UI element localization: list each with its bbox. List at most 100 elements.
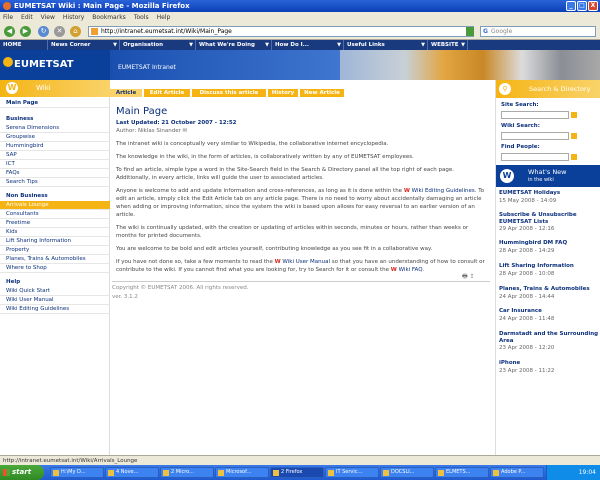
reload-icon[interactable]: ↻ (38, 26, 49, 37)
sidebar-main-page[interactable]: Main Page (0, 99, 110, 109)
sidebar-item-groupwise[interactable]: Groupwise (0, 133, 110, 143)
stop-icon[interactable]: ✕ (54, 26, 65, 37)
tab-new-article[interactable]: New Article (300, 89, 344, 97)
wiki-user-manual-link[interactable]: Wiki User Manual (282, 259, 330, 265)
topnav-home[interactable]: HOME (0, 40, 48, 50)
sidebar-item-kids[interactable]: Kids (0, 228, 110, 238)
sidebar-item-sap[interactable]: SAP (0, 151, 110, 161)
whats-new-title: What's New (528, 168, 567, 176)
taskbar-task[interactable]: 2 Micro... (160, 467, 214, 478)
sidebar-item-arrivals-lounge[interactable]: Arrivals Lounge (0, 201, 110, 211)
start-button[interactable]: start (0, 465, 44, 480)
go-arrow-icon[interactable] (466, 27, 474, 36)
task-app-icon (328, 470, 334, 476)
sidebar-item-planes-trains-automobiles[interactable]: Planes, Trains & Automobiles (0, 255, 110, 265)
wiki-search-go-icon[interactable] (571, 133, 577, 139)
wiki-editing-guidelines-link[interactable]: Wiki Editing Guidelines (412, 188, 475, 194)
news-item[interactable]: Planes, Trains & Automobiles 24 Apr 2008 … (499, 286, 599, 301)
sidebar-item-search-tips[interactable]: Search Tips (0, 178, 110, 188)
topnav-how-do-i[interactable]: How Do I... ▼ (272, 40, 344, 50)
tab-discuss[interactable]: Discuss this article (192, 89, 266, 97)
news-item[interactable]: Subscribe & Unsubscribe EUMETSAT Lists 29… (499, 212, 599, 233)
banner-subtitle: EUMETSAT Intranet (118, 64, 176, 71)
menu-view[interactable]: View (41, 12, 55, 23)
sidebar-item-ict[interactable]: ICT (0, 160, 110, 170)
news-item[interactable]: Lift Sharing Information 28 Apr 2008 - 10… (499, 263, 599, 278)
home-icon[interactable]: ⌂ (70, 26, 81, 37)
menu-bookmarks[interactable]: Bookmarks (92, 12, 126, 23)
sidebar-item-freetime[interactable]: Freetime (0, 219, 110, 229)
sidebar-item-property[interactable]: Property (0, 246, 110, 256)
menu-history[interactable]: History (63, 12, 84, 23)
news-title[interactable]: Planes, Trains & Automobiles (499, 286, 599, 293)
email-icon[interactable]: ✉ (183, 128, 188, 134)
topnav-useful-links[interactable]: Useful Links ▼ (344, 40, 428, 50)
site-search-go-icon[interactable] (571, 112, 577, 118)
taskbar-task[interactable]: Adobe P... (490, 467, 544, 478)
sidebar-item-serena-dimensions[interactable]: Serena Dimensions (0, 124, 110, 134)
footer-divider (112, 281, 490, 282)
wiki-search-label: Wiki Search: (501, 123, 540, 129)
news-title[interactable]: Subscribe & Unsubscribe EUMETSAT Lists (499, 212, 599, 225)
google-icon: G (483, 28, 488, 35)
menu-edit[interactable]: Edit (21, 12, 33, 23)
taskbar-task[interactable]: IT Servic... (325, 467, 379, 478)
taskbar-task[interactable]: 4 Nove... (105, 467, 159, 478)
sidebar-item-where-to-shop[interactable]: Where to Shop (0, 264, 110, 274)
minimize-button[interactable]: _ (566, 1, 576, 11)
sidebar-item-faqs[interactable]: FAQs (0, 169, 110, 179)
tab-article[interactable]: Article (110, 89, 142, 97)
dropdown-arrow-icon: ▼ (265, 42, 269, 48)
forward-arrow-icon[interactable]: ▶ (20, 26, 31, 37)
tab-edit-article[interactable]: Edit Article (144, 89, 190, 97)
topnav-what-were-doing[interactable]: What We're Doing ▼ (196, 40, 272, 50)
task-app-icon (493, 470, 499, 476)
window-titlebar[interactable]: EUMETSAT Wiki : Main Page - Mozilla Fire… (0, 0, 600, 12)
sidebar-item-consultants[interactable]: Consultants (0, 210, 110, 220)
news-date: 15 May 2008 - 14:09 (499, 197, 557, 204)
news-item[interactable]: Darmstadt and the Surrounding Area 23 Apr… (499, 331, 599, 352)
find-people-input[interactable] (501, 153, 569, 161)
topnav-news-corner[interactable]: News Corner ▼ (48, 40, 120, 50)
news-item[interactable]: Hummingbird DM FAQ 28 Apr 2008 - 14:29 (499, 240, 599, 255)
taskbar-task[interactable]: Microsof... (215, 467, 269, 478)
sidebar-item-wiki-editing-guidelines[interactable]: Wiki Editing Guidelines (0, 305, 110, 315)
taskbar-task[interactable]: H:\My D... (50, 467, 104, 478)
windows-flag-icon (3, 469, 10, 476)
news-title[interactable]: Darmstadt and the Surrounding Area (499, 331, 599, 344)
back-arrow-icon[interactable]: ◀ (4, 26, 15, 37)
web-search-input[interactable]: G Google (480, 26, 596, 37)
paragraph-5: The wiki is continually updated, with th… (116, 225, 469, 239)
wiki-search-input[interactable] (501, 132, 569, 140)
print-icon[interactable]: 🖶 (462, 273, 468, 280)
logo-area[interactable]: EUMETSAT (0, 50, 110, 80)
topnav-organisation[interactable]: Organisation ▼ (120, 40, 196, 50)
menu-file[interactable]: File (3, 12, 13, 23)
news-item[interactable]: EUMETSAT Holidays 15 May 2008 - 14:09 (499, 190, 599, 205)
wiki-faq-link[interactable]: Wiki FAQ (399, 267, 423, 273)
menu-tools[interactable]: Tools (134, 12, 149, 23)
address-bar[interactable]: http://intranet.eumetsat.int/Wiki/Main_P… (88, 26, 474, 37)
top-of-page-icon[interactable]: ⇪ (470, 273, 475, 280)
close-button[interactable]: X (588, 1, 598, 11)
news-item[interactable]: iPhone 23 Apr 2008 - 11:22 (499, 360, 599, 375)
site-search-input[interactable] (501, 111, 569, 119)
maximize-button[interactable]: □ (577, 1, 587, 11)
wiki-logo-icon: W (500, 169, 514, 183)
sidebar-item-wiki-user-manual[interactable]: Wiki User Manual (0, 296, 110, 306)
search-icon: ⚲ (499, 83, 511, 95)
taskbar-task[interactable]: 2 Firefox (270, 467, 324, 478)
taskbar-task[interactable]: ELMETS... (435, 467, 489, 478)
find-people-go-icon[interactable] (571, 154, 577, 160)
sidebar-item-hummingbird[interactable]: Hummingbird (0, 142, 110, 152)
sidebar-item-wiki-quick-start[interactable]: Wiki Quick Start (0, 287, 110, 297)
sidebar-item-lift-sharing-information[interactable]: Lift Sharing Information (0, 237, 110, 247)
news-item[interactable]: Car Insurance 24 Apr 2008 - 11:48 (499, 308, 599, 323)
left-sidebar: W Wiki Main Page Business Serena Dimension… (0, 80, 110, 462)
topnav-website[interactable]: WEBSITE ▼ (428, 40, 468, 50)
menu-help[interactable]: Help (157, 12, 171, 23)
page-favicon-icon (91, 28, 98, 35)
tab-history[interactable]: History (268, 89, 298, 97)
eumetsat-logo-icon (3, 57, 13, 67)
taskbar-task[interactable]: DOCSLI... (380, 467, 434, 478)
